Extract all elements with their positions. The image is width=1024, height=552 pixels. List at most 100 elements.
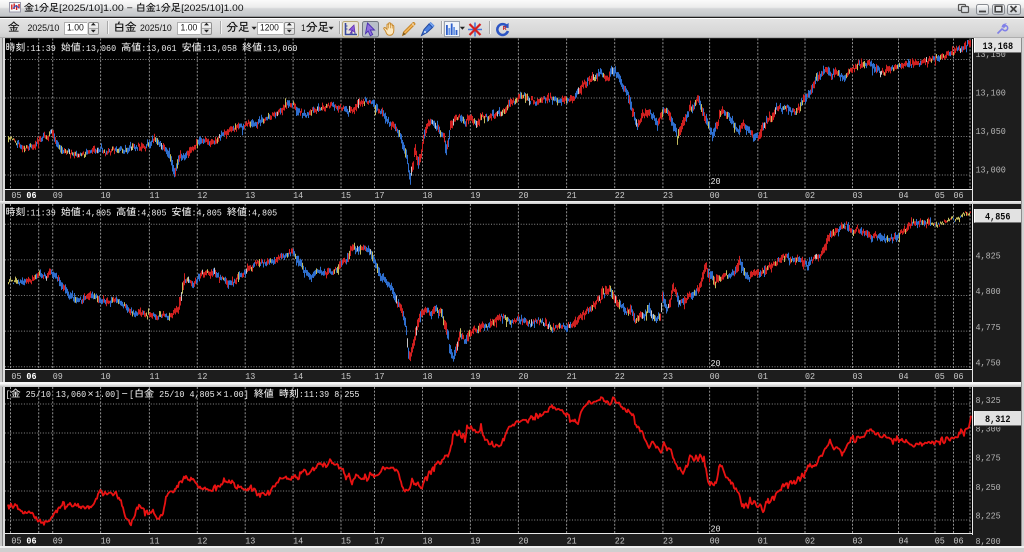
svg-text:22: 22 <box>615 536 625 547</box>
svg-text::13,060: :13,060 <box>262 43 298 54</box>
svg-text:17: 17 <box>375 190 385 201</box>
svg-text:−: − <box>122 389 128 401</box>
svg-text:13,050: 13,050 <box>976 126 1007 137</box>
svg-text:15: 15 <box>341 371 351 382</box>
svg-text:14: 14 <box>293 536 303 547</box>
svg-text:22: 22 <box>615 190 625 201</box>
svg-text:11: 11 <box>149 371 159 382</box>
svg-text:4,750: 4,750 <box>976 358 1001 369</box>
svg-text:19: 19 <box>470 371 480 382</box>
svg-text:8,250: 8,250 <box>976 482 1001 493</box>
svg-text:06: 06 <box>26 190 36 201</box>
svg-text:13,168: 13,168 <box>983 42 1014 53</box>
svg-text:04: 04 <box>899 371 909 382</box>
svg-text:19: 19 <box>470 190 480 201</box>
svg-text:8,225: 8,225 <box>976 511 1001 522</box>
svg-text:20: 20 <box>518 536 528 547</box>
svg-text:18: 18 <box>423 536 433 547</box>
svg-text:04: 04 <box>899 536 909 547</box>
svg-text:05: 05 <box>935 536 945 547</box>
svg-text:20: 20 <box>711 176 721 187</box>
svg-text:14: 14 <box>293 190 303 201</box>
svg-text:18: 18 <box>423 371 433 382</box>
svg-text:10: 10 <box>101 190 111 201</box>
svg-text:13,100: 13,100 <box>976 88 1007 99</box>
svg-text:[: [ <box>129 389 134 400</box>
svg-text:20: 20 <box>518 190 528 201</box>
svg-text:05: 05 <box>11 371 21 382</box>
svg-text:20: 20 <box>518 371 528 382</box>
svg-text:8,325: 8,325 <box>976 395 1001 406</box>
svg-text:4,800: 4,800 <box>976 286 1001 297</box>
svg-text:[2025/10]1.00: [2025/10]1.00 <box>181 3 243 14</box>
svg-text:06: 06 <box>954 536 964 547</box>
svg-text:15: 15 <box>341 536 351 547</box>
svg-text:20: 20 <box>711 523 721 534</box>
svg-text:8,200: 8,200 <box>976 536 1001 547</box>
svg-text::11:39: :11:39 <box>26 207 61 218</box>
svg-text:8,312: 8,312 <box>985 415 1011 426</box>
svg-text:03: 03 <box>853 371 863 382</box>
svg-text:1: 1 <box>301 23 306 34</box>
svg-text:03: 03 <box>853 536 863 547</box>
svg-text:×: × <box>216 389 222 401</box>
svg-text:05: 05 <box>935 190 945 201</box>
svg-text:21: 21 <box>567 371 577 382</box>
svg-text:02: 02 <box>805 371 815 382</box>
svg-text:20: 20 <box>711 358 721 369</box>
svg-text:13: 13 <box>245 190 255 201</box>
svg-text:11: 11 <box>149 536 159 547</box>
svg-text:06: 06 <box>26 371 36 382</box>
svg-text:23: 23 <box>663 371 673 382</box>
svg-text::13,061: :13,061 <box>141 43 181 54</box>
svg-text:02: 02 <box>805 190 815 201</box>
svg-text:06: 06 <box>954 190 964 201</box>
svg-text:11: 11 <box>149 190 159 201</box>
svg-text:25/10 13,060: 25/10 13,060 <box>21 389 87 400</box>
svg-text:8,275: 8,275 <box>976 453 1001 464</box>
svg-text:18: 18 <box>423 190 433 201</box>
svg-text:21: 21 <box>567 536 577 547</box>
svg-text:19: 19 <box>470 536 480 547</box>
svg-text:09: 09 <box>53 371 63 382</box>
svg-text:1.00: 1.00 <box>181 23 198 34</box>
svg-text:×: × <box>87 389 93 401</box>
svg-text::13,058: :13,058 <box>202 43 242 54</box>
svg-text::4,805: :4,805 <box>247 207 278 218</box>
svg-text:2025/10: 2025/10 <box>140 23 172 34</box>
svg-text:00: 00 <box>710 371 720 382</box>
svg-text:4,856: 4,856 <box>985 212 1011 223</box>
svg-text:05: 05 <box>11 536 21 547</box>
svg-text:21: 21 <box>567 190 577 201</box>
svg-text:12: 12 <box>197 536 207 547</box>
svg-text:00: 00 <box>710 190 720 201</box>
svg-text:13,000: 13,000 <box>976 165 1007 176</box>
svg-text:1: 1 <box>34 3 39 14</box>
svg-text:06: 06 <box>26 536 36 547</box>
svg-text:05: 05 <box>11 190 21 201</box>
svg-text:2025/10: 2025/10 <box>28 23 60 34</box>
svg-text:[2025/10]1.00 −: [2025/10]1.00 − <box>59 3 136 14</box>
svg-text::13,060: :13,060 <box>81 43 121 54</box>
svg-text::4,805: :4,805 <box>192 207 227 218</box>
svg-text:12: 12 <box>197 190 207 201</box>
svg-text:25/10 4,805: 25/10 4,805 <box>154 389 215 400</box>
svg-text:23: 23 <box>663 536 673 547</box>
svg-text:12: 12 <box>197 371 207 382</box>
svg-text:09: 09 <box>53 190 63 201</box>
svg-text:01: 01 <box>758 190 768 201</box>
svg-text:4,775: 4,775 <box>976 322 1001 333</box>
svg-text:17: 17 <box>375 536 385 547</box>
svg-text:14: 14 <box>293 371 303 382</box>
svg-text:23: 23 <box>663 190 673 201</box>
svg-text:03: 03 <box>853 190 863 201</box>
svg-text:04: 04 <box>899 190 909 201</box>
svg-text::4,805: :4,805 <box>81 207 116 218</box>
svg-text:09: 09 <box>53 536 63 547</box>
svg-text:10: 10 <box>101 371 111 382</box>
svg-text:R: R <box>503 26 507 32</box>
svg-text:10: 10 <box>101 536 111 547</box>
svg-text:13: 13 <box>245 536 255 547</box>
svg-text:[: [ <box>6 389 11 400</box>
svg-text:15: 15 <box>341 190 351 201</box>
